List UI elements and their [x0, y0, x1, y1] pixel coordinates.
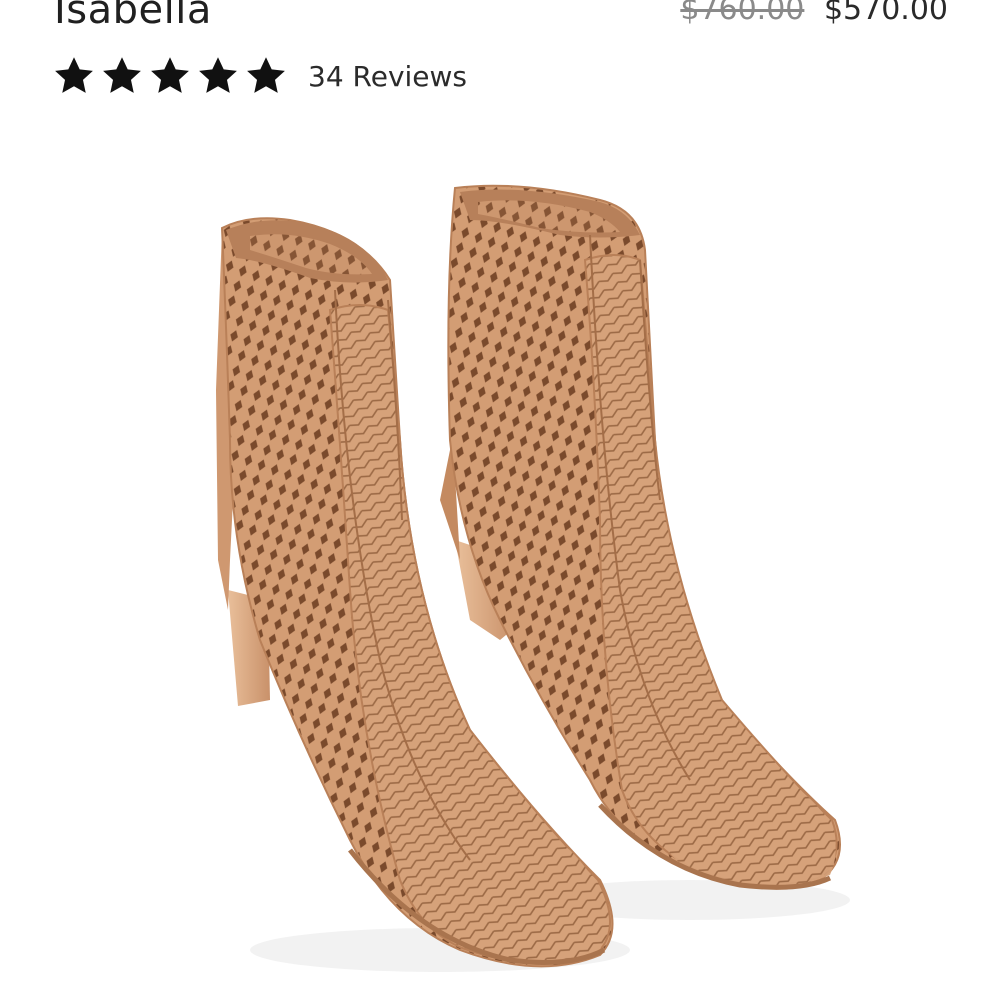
star-icon	[55, 57, 93, 93]
sale-price: $570.00	[823, 0, 948, 27]
rating-row[interactable]: 34 Reviews	[52, 54, 467, 98]
star-icon	[103, 57, 141, 93]
original-price: $760.00	[680, 0, 805, 27]
price-block: $760.00 $570.00	[680, 0, 948, 30]
star-icon	[247, 57, 285, 93]
product-image[interactable]	[0, 140, 1000, 1000]
boots-illustration	[216, 184, 850, 972]
product-page: Isabella $760.00 $570.00 34 Reviews	[0, 0, 1000, 1000]
star-rating	[52, 54, 288, 98]
product-header: Isabella $760.00 $570.00	[0, 0, 1000, 48]
reviews-link[interactable]: 34 Reviews	[308, 60, 467, 93]
product-title: Isabella	[54, 0, 212, 33]
star-icon	[151, 57, 189, 93]
star-icon	[199, 57, 237, 93]
